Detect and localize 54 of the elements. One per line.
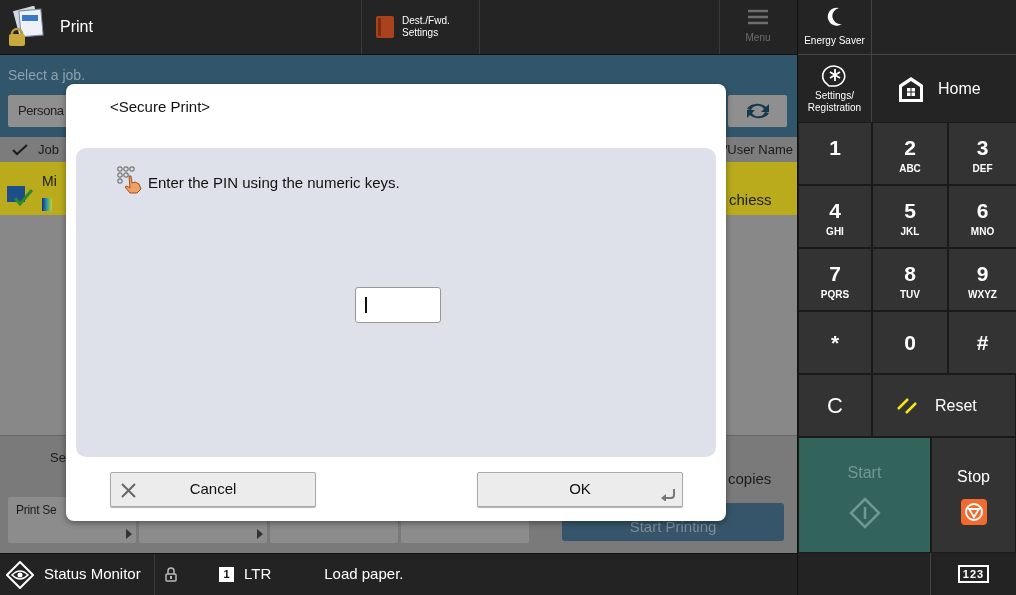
- clear-key[interactable]: C: [798, 374, 872, 437]
- print-app-icon: [6, 6, 46, 48]
- numeric-key[interactable]: 0: [872, 311, 948, 374]
- job-name: Mi: [42, 171, 57, 191]
- status-monitor-button[interactable]: Status Monitor: [0, 554, 155, 595]
- numeric-key[interactable]: 8 TUV: [872, 248, 948, 311]
- numeric-key[interactable]: #: [948, 311, 1016, 374]
- destination-settings-button[interactable]: Dest./Fwd. Settings: [362, 0, 480, 54]
- paper-tray-number: 1: [219, 567, 234, 582]
- ok-button[interactable]: OK: [477, 472, 683, 507]
- arrow-icon: [126, 529, 132, 539]
- numeric-key[interactable]: 1: [798, 122, 872, 185]
- settings-registration-button[interactable]: Settings/ Registration: [798, 55, 872, 122]
- numeric-key[interactable]: 2 ABC: [872, 122, 948, 185]
- cancel-button[interactable]: Cancel: [110, 472, 316, 507]
- energy-saver-button[interactable]: Energy Saver: [798, 0, 872, 55]
- eye-icon: [6, 560, 34, 589]
- home-button[interactable]: Home: [872, 55, 1016, 122]
- numeric-key[interactable]: 5 JKL: [872, 185, 948, 248]
- copies-label: copies: [728, 469, 772, 489]
- keypad-hand-icon: [117, 166, 143, 194]
- reset-icon: [897, 396, 919, 415]
- moon-icon: [826, 6, 843, 27]
- arrow-icon: [257, 529, 263, 539]
- menu-icon: [748, 9, 768, 25]
- reset-button[interactable]: Reset: [872, 374, 1016, 437]
- prompt-text: Select a job.: [8, 66, 87, 85]
- stop-icon: [960, 499, 987, 525]
- settings-label: Se: [50, 449, 66, 467]
- paper-size: LTR: [244, 564, 272, 585]
- numeric-key[interactable]: 9 WXYZ: [948, 248, 1016, 311]
- lock-icon: [165, 567, 177, 582]
- dialog-title: <Secure Print>: [110, 97, 211, 117]
- numeric-key[interactable]: 6 MNO: [948, 185, 1016, 248]
- stop-button[interactable]: Stop: [931, 437, 1016, 553]
- instruction-text: Enter the PIN using the numeric keys.: [148, 173, 400, 193]
- column-header: Job: [38, 140, 59, 159]
- numeric-key[interactable]: 3 DEF: [948, 122, 1016, 185]
- start-icon: [848, 497, 881, 529]
- check-icon: [12, 143, 28, 156]
- numeric-key[interactable]: *: [798, 311, 872, 374]
- pin-field[interactable]: [355, 287, 441, 323]
- status-message: Load paper.: [324, 564, 404, 585]
- numeric-key[interactable]: 4 GHI: [798, 185, 872, 248]
- app-title: Print: [60, 17, 93, 37]
- settings-icon: [820, 63, 849, 88]
- job-user-name: chiess: [729, 189, 773, 210]
- numeric-key[interactable]: 7 PQRS: [798, 248, 872, 311]
- book-icon: [374, 14, 396, 40]
- enter-icon: [661, 489, 676, 501]
- home-icon: [898, 74, 924, 103]
- color-job-icon: [42, 197, 52, 211]
- refresh-button[interactable]: [728, 95, 787, 127]
- close-icon: [121, 483, 136, 498]
